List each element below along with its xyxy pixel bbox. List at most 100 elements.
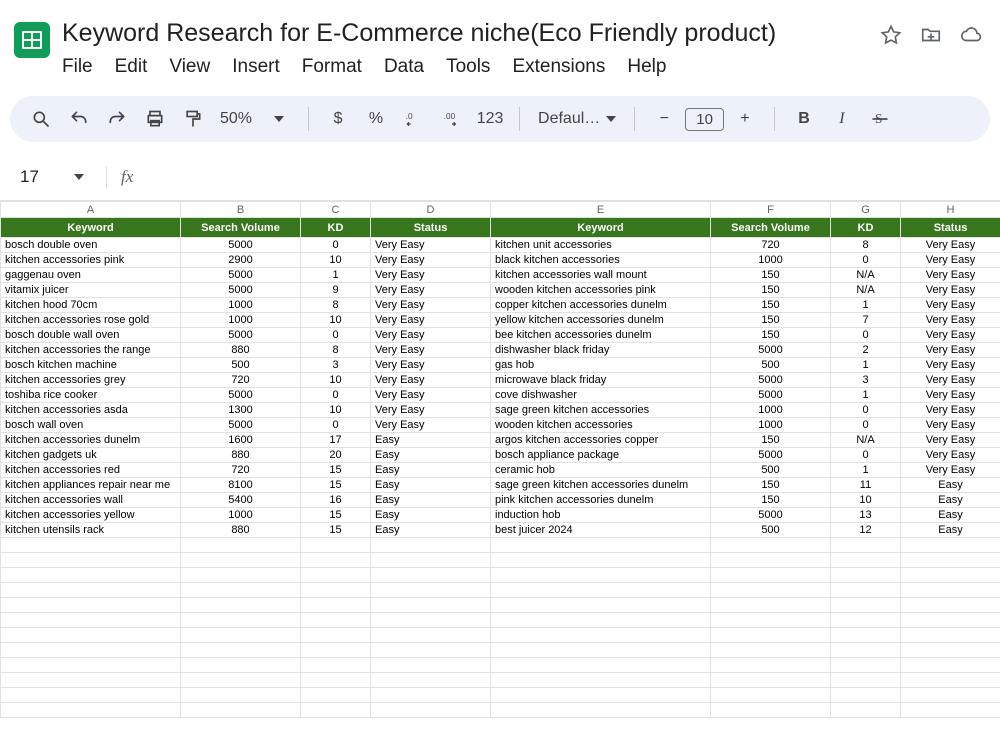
- menu-file[interactable]: File: [62, 56, 93, 78]
- cell[interactable]: [831, 583, 901, 598]
- cell[interactable]: [901, 553, 1000, 568]
- cell[interactable]: [711, 583, 831, 598]
- cell[interactable]: 5000: [711, 388, 831, 403]
- cell[interactable]: [491, 613, 711, 628]
- cell[interactable]: kitchen accessories grey: [1, 373, 181, 388]
- column-header[interactable]: H: [901, 202, 1000, 218]
- cell[interactable]: bosch kitchen machine: [1, 358, 181, 373]
- cell[interactable]: N/A: [831, 433, 901, 448]
- column-header[interactable]: B: [181, 202, 301, 218]
- cell[interactable]: Very Easy: [371, 328, 491, 343]
- cell[interactable]: [371, 568, 491, 583]
- cell[interactable]: [371, 613, 491, 628]
- cell[interactable]: Very Easy: [901, 253, 1000, 268]
- cell[interactable]: 1000: [711, 418, 831, 433]
- cell[interactable]: Very Easy: [371, 358, 491, 373]
- cell[interactable]: 0: [301, 388, 371, 403]
- undo-icon[interactable]: [62, 102, 96, 136]
- cell[interactable]: [1, 553, 181, 568]
- cell[interactable]: [1, 583, 181, 598]
- cell[interactable]: [831, 643, 901, 658]
- cell[interactable]: Very Easy: [371, 313, 491, 328]
- cell[interactable]: [831, 568, 901, 583]
- data-header-cell[interactable]: Status: [371, 218, 491, 238]
- cell[interactable]: [1, 658, 181, 673]
- cell[interactable]: 16: [301, 493, 371, 508]
- cell[interactable]: 5000: [181, 388, 301, 403]
- fontsize-increase[interactable]: +: [728, 102, 762, 136]
- column-header[interactable]: F: [711, 202, 831, 218]
- cell[interactable]: 11: [831, 478, 901, 493]
- cell[interactable]: 5000: [181, 283, 301, 298]
- cell[interactable]: [181, 613, 301, 628]
- cell[interactable]: [371, 553, 491, 568]
- cell[interactable]: 0: [831, 418, 901, 433]
- menu-view[interactable]: View: [169, 56, 210, 78]
- cloud-saved-icon[interactable]: [960, 24, 982, 46]
- spreadsheet-grid[interactable]: ABCDEFGHKeywordSearch VolumeKDStatusKeyw…: [0, 200, 1000, 718]
- cell[interactable]: 8100: [181, 478, 301, 493]
- cell[interactable]: [1, 688, 181, 703]
- cell[interactable]: [371, 703, 491, 718]
- cell[interactable]: Easy: [901, 508, 1000, 523]
- cell[interactable]: sage green kitchen accessories: [491, 403, 711, 418]
- cell[interactable]: wooden kitchen accessories pink: [491, 283, 711, 298]
- cell[interactable]: [181, 673, 301, 688]
- cell[interactable]: bosch appliance package: [491, 448, 711, 463]
- search-icon[interactable]: [24, 102, 58, 136]
- cell[interactable]: [301, 688, 371, 703]
- cell[interactable]: 150: [711, 313, 831, 328]
- cell[interactable]: [901, 613, 1000, 628]
- zoom-dropdown-icon[interactable]: [262, 102, 296, 136]
- cell[interactable]: 150: [711, 298, 831, 313]
- font-select[interactable]: Defaul…: [532, 110, 622, 128]
- cell[interactable]: Very Easy: [371, 388, 491, 403]
- cell[interactable]: Very Easy: [901, 433, 1000, 448]
- cell[interactable]: 880: [181, 343, 301, 358]
- cell[interactable]: kitchen accessories wall: [1, 493, 181, 508]
- zoom-select[interactable]: 50%: [214, 110, 258, 128]
- cell[interactable]: 720: [181, 463, 301, 478]
- cell[interactable]: 720: [181, 373, 301, 388]
- cell[interactable]: 1: [831, 388, 901, 403]
- cell[interactable]: 15: [301, 523, 371, 538]
- cell[interactable]: Very Easy: [901, 463, 1000, 478]
- cell[interactable]: ceramic hob: [491, 463, 711, 478]
- cell[interactable]: 1300: [181, 403, 301, 418]
- cell[interactable]: kitchen accessories rose gold: [1, 313, 181, 328]
- cell[interactable]: kitchen accessories asda: [1, 403, 181, 418]
- cell[interactable]: [491, 643, 711, 658]
- cell[interactable]: microwave black friday: [491, 373, 711, 388]
- cell[interactable]: Easy: [371, 493, 491, 508]
- menu-format[interactable]: Format: [302, 56, 362, 78]
- cell[interactable]: [711, 538, 831, 553]
- cell[interactable]: [831, 538, 901, 553]
- cell[interactable]: Very Easy: [371, 253, 491, 268]
- cell[interactable]: kitchen accessories pink: [1, 253, 181, 268]
- cell[interactable]: gas hob: [491, 358, 711, 373]
- cell[interactable]: [901, 538, 1000, 553]
- document-title[interactable]: Keyword Research for E-Commerce niche(Ec…: [62, 18, 880, 48]
- cell[interactable]: Very Easy: [901, 403, 1000, 418]
- cell[interactable]: Very Easy: [901, 238, 1000, 253]
- cell[interactable]: [301, 598, 371, 613]
- cell[interactable]: [711, 553, 831, 568]
- cell[interactable]: [301, 613, 371, 628]
- cell[interactable]: argos kitchen accessories copper: [491, 433, 711, 448]
- cell[interactable]: 10: [301, 373, 371, 388]
- cell[interactable]: kitchen accessories red: [1, 463, 181, 478]
- cell[interactable]: [901, 703, 1000, 718]
- cell[interactable]: 0: [301, 238, 371, 253]
- column-header[interactable]: E: [491, 202, 711, 218]
- cell[interactable]: [711, 628, 831, 643]
- cell[interactable]: kitchen appliances repair near me: [1, 478, 181, 493]
- cell[interactable]: Very Easy: [371, 283, 491, 298]
- cell[interactable]: [371, 688, 491, 703]
- cell[interactable]: [491, 598, 711, 613]
- data-header-cell[interactable]: Search Volume: [181, 218, 301, 238]
- cell[interactable]: [831, 658, 901, 673]
- cell[interactable]: [711, 568, 831, 583]
- cell[interactable]: kitchen utensils rack: [1, 523, 181, 538]
- cell[interactable]: [1, 673, 181, 688]
- cell[interactable]: [301, 628, 371, 643]
